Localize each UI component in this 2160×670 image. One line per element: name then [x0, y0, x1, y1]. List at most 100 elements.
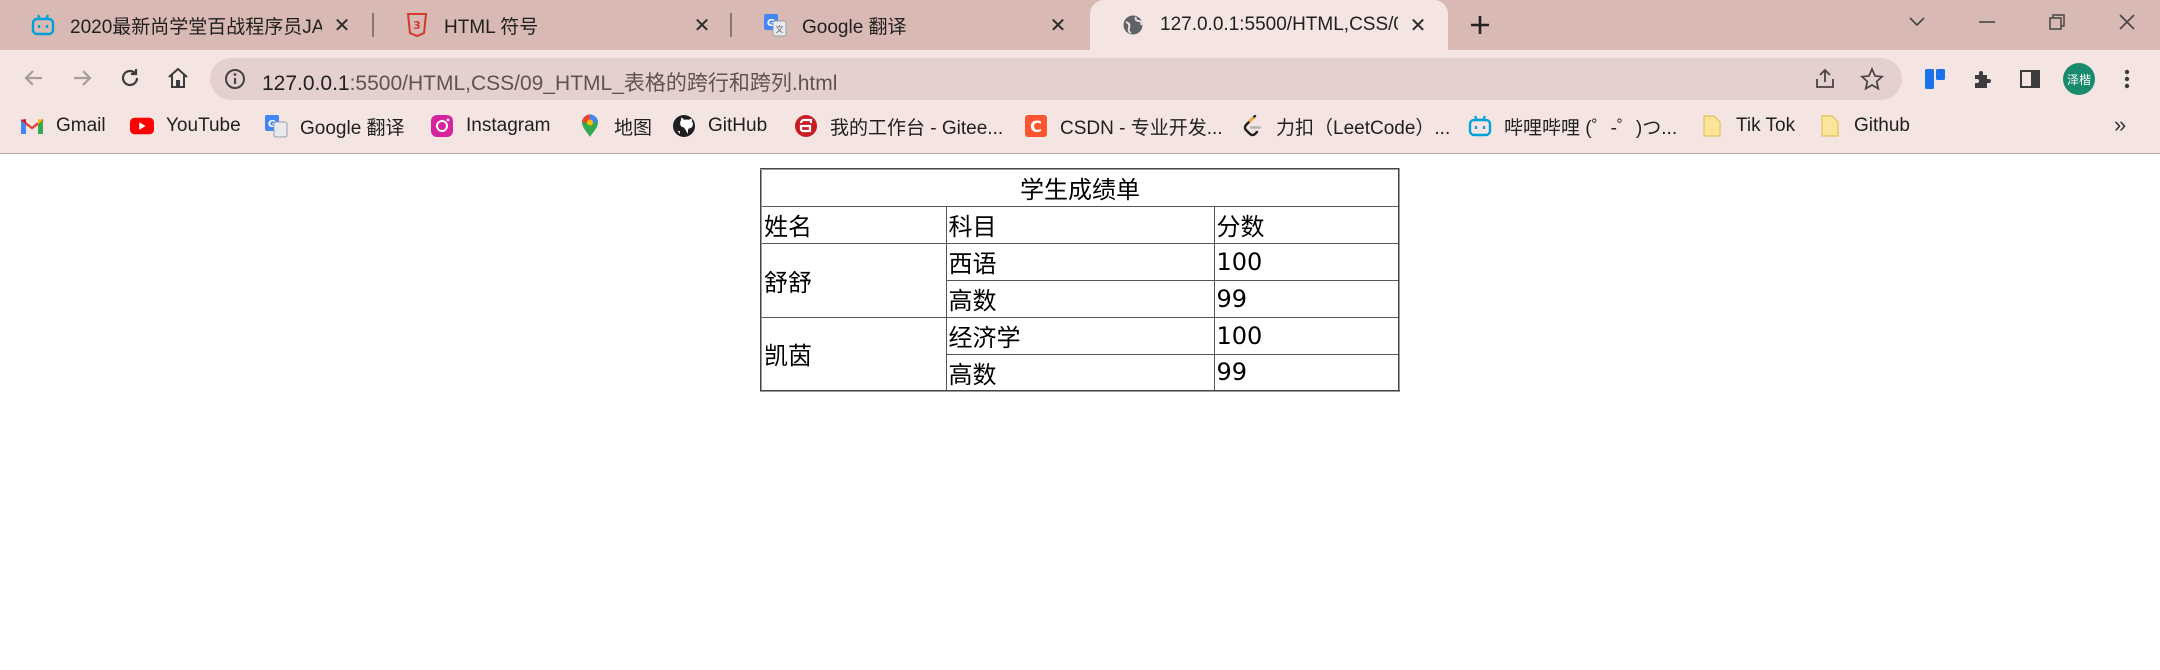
close-window-button[interactable]	[2094, 0, 2160, 44]
share-button[interactable]	[1810, 64, 1840, 94]
tab-search-button[interactable]	[1884, 0, 1950, 44]
bookmark-leetcode[interactable]: 力扣（LeetCode）...	[1240, 108, 1450, 144]
table-caption-row: 学生成绩单	[760, 168, 1400, 207]
puzzle-icon	[1975, 71, 1991, 88]
new-tab-button[interactable]	[1462, 7, 1498, 43]
score-cell: 100	[1213, 242, 1400, 281]
bookmark-label: Instagram	[466, 115, 551, 136]
globe-icon	[1120, 12, 1146, 38]
tab-localhost-active[interactable]: 127.0.0.1:5500/HTML,CSS/09_H ✕	[1090, 0, 1448, 50]
table-row: 舒舒 西语 100	[760, 242, 1400, 318]
side-panel-button[interactable]	[2013, 62, 2047, 96]
svg-text:C: C	[1030, 117, 1042, 136]
bookmark-github[interactable]: GitHub	[672, 108, 767, 144]
tab-strip: 2020最新尚学堂百战程序员JAVA ✕ 3 HTML 符号 ✕ G文 Goog…	[0, 0, 2160, 50]
url-path: :5500/HTML,CSS/09_HTML_表格的跨行和跨列.html	[349, 72, 838, 95]
table-header-row: 姓名 科目 分数	[760, 205, 1400, 244]
subject-cell: 高数	[945, 353, 1215, 392]
bookmark-label: GitHub	[708, 115, 768, 136]
subject-cell: 经济学	[945, 316, 1215, 355]
restore-button[interactable]	[2024, 0, 2090, 44]
github-icon	[672, 114, 696, 138]
bookmark-instagram[interactable]: Instagram	[430, 108, 550, 144]
gmail-icon	[20, 114, 44, 138]
reload-icon	[121, 69, 139, 87]
bookmark-google-translate[interactable]: G Google 翻译	[264, 108, 405, 144]
score-cell: 99	[1213, 353, 1400, 392]
bookmark-label: Tik Tok	[1736, 115, 1796, 136]
bookmark-gitee[interactable]: 我的工作台 - Gitee...	[794, 108, 1003, 144]
bookmark-label: 地图	[614, 117, 653, 139]
star-icon	[1860, 67, 1884, 91]
bilibili-icon	[30, 12, 56, 38]
back-button[interactable]	[14, 58, 54, 98]
close-icon[interactable]: ✕	[690, 13, 714, 37]
reload-button[interactable]	[110, 58, 150, 98]
score-cell: 99	[1213, 279, 1400, 318]
tab-bilibili[interactable]: 2020最新尚学堂百战程序员JAVA ✕	[0, 0, 372, 50]
bookmark-youtube[interactable]: YouTube	[130, 108, 241, 144]
grades-table: 学生成绩单 姓名 科目 分数 舒舒 西语 100 高数 99 凯茵 经济学 10…	[760, 168, 1400, 392]
header-score: 分数	[1213, 205, 1400, 244]
site-info-icon[interactable]	[224, 68, 246, 90]
arrow-left-icon	[24, 70, 42, 86]
address-bar[interactable]: 127.0.0.1:5500/HTML,CSS/09_HTML_表格的跨行和跨列…	[210, 58, 1902, 100]
student-name-cell: 舒舒	[760, 242, 947, 318]
home-icon	[168, 67, 188, 88]
extensions-menu-button[interactable]	[1966, 62, 2000, 96]
bookmarks-bar: Gmail YouTube G Google 翻译 Instagram 地图 G…	[0, 108, 2160, 144]
tab-title: Google 翻译	[802, 16, 907, 38]
close-icon[interactable]: ✕	[330, 13, 354, 37]
header-subject: 科目	[945, 205, 1215, 244]
bookmark-label: Github	[1854, 115, 1910, 136]
extension-button[interactable]	[1918, 62, 1952, 96]
subject-cell: 高数	[945, 279, 1215, 318]
more-vertical-icon	[2124, 69, 2130, 89]
close-icon[interactable]: ✕	[1046, 13, 1070, 37]
forward-button[interactable]	[62, 58, 102, 98]
bookmark-label: CSDN - 专业开发...	[1060, 117, 1223, 139]
bookmark-label: Gmail	[56, 115, 106, 136]
table-row: 凯茵 经济学 100	[760, 316, 1400, 392]
tab-title: 127.0.0.1:5500/HTML,CSS/09_H	[1160, 14, 1398, 35]
avatar-text: 泽楷	[2066, 72, 2091, 87]
page-content: 学生成绩单 姓名 科目 分数 舒舒 西语 100 高数 99 凯茵 经济学 10…	[0, 155, 2160, 670]
bookmark-folder-github[interactable]: Github	[1818, 108, 1910, 144]
folder-icon	[1700, 114, 1724, 138]
svg-text:3: 3	[413, 19, 421, 32]
close-icon[interactable]: ✕	[1406, 13, 1430, 37]
bookmarks-overflow-button[interactable]: »	[2114, 112, 2126, 138]
leetcode-icon	[1240, 114, 1264, 138]
w3-icon: 3	[404, 12, 430, 38]
csdn-icon: C	[1024, 114, 1048, 138]
tab-google-translate[interactable]: G文 Google 翻译 ✕	[732, 0, 1088, 50]
google-translate-icon: G文	[762, 12, 788, 38]
bookmark-star-button[interactable]	[1857, 64, 1887, 94]
url-host: 127.0.0.1	[262, 72, 350, 95]
youtube-icon	[130, 114, 154, 138]
bookmark-maps[interactable]: 地图	[578, 108, 652, 144]
gitee-icon	[794, 114, 818, 138]
share-icon	[1816, 68, 1834, 88]
side-panel-icon	[2020, 70, 2040, 88]
google-translate-icon: G	[264, 114, 288, 138]
bookmark-label: 力扣（LeetCode）...	[1276, 117, 1451, 139]
profile-avatar[interactable]: 泽楷	[2063, 63, 2095, 95]
bookmark-folder-tiktok[interactable]: Tik Tok	[1700, 108, 1795, 144]
maps-pin-icon	[578, 114, 602, 138]
tab-html-symbols[interactable]: 3 HTML 符号 ✕	[374, 0, 732, 50]
bookmark-csdn[interactable]: C CSDN - 专业开发...	[1024, 108, 1223, 144]
bookmark-gmail[interactable]: Gmail	[20, 108, 106, 144]
bookmark-bilibili[interactable]: 哔哩哔哩 (゜-゜)つ...	[1468, 108, 1677, 144]
student-name-cell: 凯茵	[760, 316, 947, 392]
svg-text:文: 文	[776, 24, 784, 34]
tab-title: 2020最新尚学堂百战程序员JAVA	[70, 16, 322, 38]
home-button[interactable]	[158, 58, 198, 98]
instagram-icon	[430, 114, 454, 138]
url-text[interactable]: 127.0.0.1:5500/HTML,CSS/09_HTML_表格的跨行和跨列…	[262, 67, 837, 97]
browser-menu-button[interactable]	[2110, 62, 2144, 96]
tab-title: HTML 符号	[444, 16, 539, 38]
subject-cell: 西语	[945, 242, 1215, 281]
minimize-button[interactable]	[1954, 0, 2020, 44]
header-name: 姓名	[760, 205, 947, 244]
